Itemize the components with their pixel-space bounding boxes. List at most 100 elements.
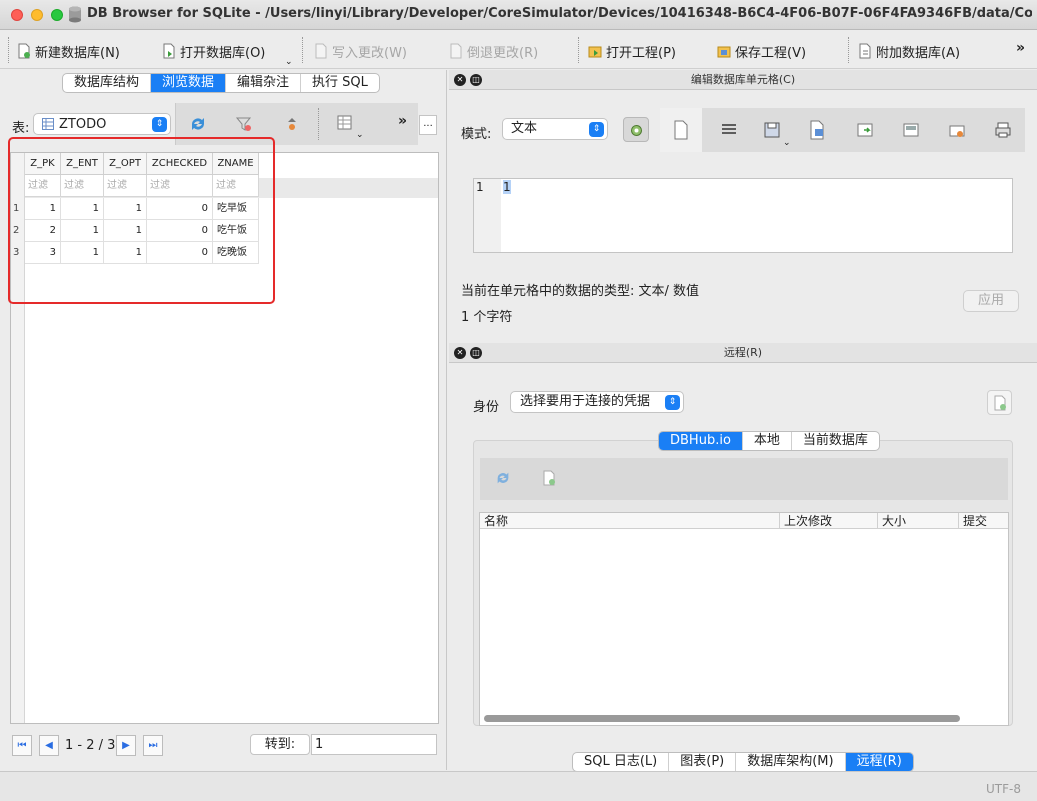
remote-browser: DBHub.io 本地 当前数据库 名称 上次修改 大小 提交 (473, 431, 1013, 726)
mode-select-value: 文本 (511, 121, 538, 136)
close-panel-icon[interactable]: ✕ (454, 74, 466, 86)
open-database-dropdown-icon[interactable]: ⌄ (285, 57, 293, 67)
remote-panel: ✕ ◫ 远程(R) 身份 选择要用于连接的凭据 ⇕ DBHub.io 本地 当前… (449, 343, 1037, 753)
edit-cell-panel: ✕ ◫ 编辑数据库单元格(C) 模式: 文本 ⇕ ⌄ 1 1 当前在单元格中的数… (449, 70, 1037, 340)
main-tabs: 数据库结构 浏览数据 编辑杂注 执行 SQL (62, 73, 380, 93)
close-window-button[interactable] (11, 9, 23, 21)
attach-database-button[interactable]: 附加数据库(A) (858, 40, 960, 62)
next-record-button[interactable]: ▶ (116, 735, 136, 756)
column-header[interactable]: 上次修改 (780, 513, 878, 529)
toolbar-separator (318, 108, 319, 140)
tab-edit-pragmas[interactable]: 编辑杂注 (225, 74, 300, 92)
bottom-dock-tabs: SQL 日志(L) 图表(P) 数据库架构(M) 远程(R) (572, 752, 914, 772)
column-header[interactable]: 大小 (878, 513, 959, 529)
tab-local[interactable]: 本地 (741, 432, 791, 450)
table-select[interactable]: ZTODO ⇕ (33, 113, 171, 135)
zoom-window-button[interactable] (51, 9, 63, 21)
tab-database-structure[interactable]: 数据库结构 (63, 74, 150, 92)
tab-plot[interactable]: 图表(P) (668, 753, 735, 771)
attach-database-label: 附加数据库(A) (876, 45, 961, 61)
apply-icon[interactable] (902, 120, 920, 140)
last-record-button[interactable]: ⏭ (143, 735, 163, 756)
write-changes-button[interactable]: 写入更改(W) (314, 40, 407, 62)
format-text-icon[interactable] (720, 120, 738, 140)
close-panel-icon[interactable]: ✕ (454, 347, 466, 359)
clear-filters-icon[interactable] (236, 116, 252, 132)
database-app-icon (69, 6, 81, 23)
tab-current-database[interactable]: 当前数据库 (790, 432, 879, 450)
first-record-button[interactable]: ⏮ (12, 735, 32, 756)
import-dropdown-icon[interactable]: ⌄ (783, 138, 791, 148)
remote-files-table: 名称 上次修改 大小 提交 (479, 512, 1009, 726)
mode-label: 模式: (461, 127, 492, 142)
cell-editor[interactable]: 1 1 (473, 178, 1013, 253)
toolbar-separator (8, 37, 9, 63)
refresh-icon[interactable] (495, 470, 511, 486)
remote-header: ✕ ◫ 远程(R) (449, 343, 1037, 363)
open-project-label: 打开工程(P) (606, 45, 676, 61)
edit-cell-title: 编辑数据库单元格(C) (690, 73, 796, 86)
print-icon[interactable] (994, 120, 1012, 140)
toolbar-separator (302, 37, 303, 63)
new-database-label: 新建数据库(N) (35, 45, 120, 61)
float-panel-icon[interactable]: ◫ (470, 74, 482, 86)
write-changes-icon (315, 43, 327, 59)
tab-browse-data[interactable]: 浏览数据 (150, 74, 226, 92)
status-bar: UTF-8 (0, 771, 1037, 801)
document-icon (674, 120, 688, 140)
encoding-indicator: UTF-8 (986, 782, 1021, 796)
browse-options-button[interactable]: ... (419, 115, 437, 135)
export-file-icon[interactable] (809, 120, 827, 140)
word-wrap-toggle[interactable] (660, 108, 702, 152)
add-identity-button[interactable] (987, 390, 1012, 415)
save-project-button[interactable]: 保存工程(V) (717, 40, 806, 62)
column-header[interactable]: 提交 (959, 513, 1008, 529)
goto-input[interactable]: 1 (311, 734, 437, 755)
tab-db-schema[interactable]: 数据库架构(M) (735, 753, 844, 771)
open-database-button[interactable]: 打开数据库(O) (162, 40, 265, 62)
cell-editor-text[interactable]: 1 (503, 180, 511, 194)
auto-switch-mode-button[interactable] (623, 117, 649, 142)
identity-label: 身份 (473, 400, 500, 415)
tab-execute-sql[interactable]: 执行 SQL (300, 74, 379, 92)
chevron-updown-icon: ⇕ (152, 117, 167, 132)
tab-remote[interactable]: 远程(R) (844, 753, 913, 771)
table-select-value: ZTODO (59, 116, 107, 132)
save-table-icon[interactable] (336, 114, 354, 132)
identity-select[interactable]: 选择要用于连接的凭据 ⇕ (510, 391, 684, 413)
browse-more-button[interactable]: » (398, 113, 407, 129)
apply-button[interactable]: 应用 (963, 290, 1019, 312)
char-count-info: 1 个字符 (461, 310, 513, 325)
identity-select-value: 选择要用于连接的凭据 (520, 394, 651, 409)
mode-select[interactable]: 文本 ⇕ (502, 118, 608, 140)
clear-cell-icon[interactable] (948, 120, 966, 140)
column-header[interactable]: 名称 (480, 513, 780, 529)
refresh-icon[interactable] (189, 115, 207, 133)
new-database-button[interactable]: 新建数据库(N) (17, 40, 120, 62)
minimize-window-button[interactable] (31, 9, 43, 21)
attach-database-icon (859, 43, 871, 59)
previous-record-button[interactable]: ◀ (39, 735, 59, 756)
horizontal-scrollbar[interactable] (484, 715, 960, 722)
record-count: 1 - 2 / 3 (65, 738, 116, 753)
write-changes-label: 写入更改(W) (332, 45, 407, 61)
revert-changes-button[interactable]: 倒退更改(R) (449, 40, 538, 62)
chevron-updown-icon: ⇕ (665, 395, 680, 410)
open-project-button[interactable]: 打开工程(P) (588, 40, 676, 62)
float-panel-icon[interactable]: ◫ (470, 347, 482, 359)
new-database-icon (18, 43, 30, 59)
toolbar-more-button[interactable]: » (1016, 40, 1025, 56)
save-table-dropdown-icon[interactable]: ⌄ (356, 130, 364, 140)
cell-type-info: 当前在单元格中的数据的类型: 文本/ 数值 (461, 284, 700, 299)
goto-button[interactable]: 转到: (250, 734, 310, 755)
tab-sql-log[interactable]: SQL 日志(L) (573, 753, 668, 771)
tab-dbhub[interactable]: DBHub.io (659, 432, 742, 450)
edit-cell-toolbar: ⌄ (660, 108, 1025, 152)
import-file-icon[interactable] (763, 120, 781, 140)
sort-order-icon[interactable] (284, 116, 300, 132)
clone-database-icon[interactable] (542, 470, 556, 486)
record-navigation: ⏮ ◀ 1 - 2 / 3 ▶ ⏭ 转到: 1 (0, 730, 447, 760)
toolbar-separator (578, 37, 579, 63)
set-null-icon[interactable] (856, 120, 874, 140)
save-project-label: 保存工程(V) (735, 45, 807, 61)
